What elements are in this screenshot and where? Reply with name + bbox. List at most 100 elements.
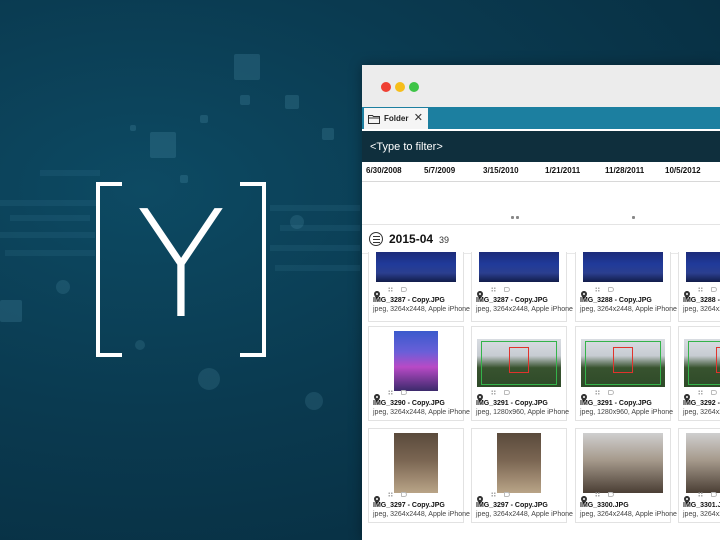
photo-filename: IMG_3291 - Copy.JPG xyxy=(580,400,652,407)
tab-label: Folder xyxy=(384,114,409,123)
deco-bar xyxy=(275,265,360,271)
map-pin-icon xyxy=(477,389,483,402)
photo-icons xyxy=(374,491,407,504)
grid-icon xyxy=(388,492,393,497)
timeline-label: 11/28/2011 xyxy=(605,166,645,175)
photo-card[interactable]: IMG_3297 - Copy.JPG jpeg, 3264x2448, Appl… xyxy=(368,428,470,523)
deco-square xyxy=(240,95,250,105)
timeline-label: 10/5/2012 xyxy=(665,166,701,175)
filter-bar xyxy=(362,131,720,162)
deco-square xyxy=(0,300,22,322)
photo-card[interactable]: IMG_3297 - Copy.JPG jpeg, 3264x2448, Appl… xyxy=(471,428,573,523)
deco-bar xyxy=(5,250,95,256)
photo-icons xyxy=(684,286,717,299)
photo-filename: IMG_3297 - Copy.JPG xyxy=(373,502,445,509)
minimize-window-button[interactable] xyxy=(395,82,405,92)
group-header: 2015-04 39 xyxy=(362,225,720,254)
photo-metadata: jpeg, 3264x2448, Apple iPhone xyxy=(580,306,677,313)
grid-icon xyxy=(491,287,496,292)
close-window-button[interactable] xyxy=(381,82,391,92)
tab-folder[interactable]: Folder ✕ xyxy=(364,108,428,129)
title-bar xyxy=(362,65,720,107)
photo-thumbnail xyxy=(684,339,720,387)
filter-input[interactable] xyxy=(362,131,720,162)
timeline-label: 3/15/2010 xyxy=(483,166,519,175)
deco-dot xyxy=(305,392,323,410)
timeline-label: 1/21/2011 xyxy=(545,166,581,175)
tag-icon xyxy=(504,390,510,395)
tag-icon xyxy=(401,492,407,497)
photo-card[interactable]: IMG_3300.JPG jpeg, 3264x2448, Apple iPhon… xyxy=(575,428,677,523)
photo-filename: IMG_3291 - Copy.JPG xyxy=(476,400,548,407)
map-pin-icon xyxy=(581,286,587,299)
photo-metadata: jpeg, 3264x2448, Apple iPhone xyxy=(373,511,470,518)
photo-icons xyxy=(684,491,717,504)
grid-icon xyxy=(388,287,393,292)
deco-dot xyxy=(56,280,70,294)
tag-icon xyxy=(608,492,614,497)
deco-bar xyxy=(0,200,100,206)
deco-square xyxy=(285,95,299,109)
timeline-marker xyxy=(511,216,514,219)
photo-filename: IMG_3300.JPG xyxy=(580,502,629,509)
photo-card[interactable]: IMG_3291 - Copy.JPG jpeg, 1280x960, Apple… xyxy=(471,326,569,421)
tag-icon xyxy=(504,287,510,292)
photo-metadata: jpeg, 3264x2448, Apple iPhone xyxy=(683,409,720,416)
grid-icon xyxy=(595,492,600,497)
photo-icons xyxy=(374,389,407,402)
deco-bar xyxy=(270,205,360,211)
photo-card[interactable]: IMG_3288 - Copy.JPG jpeg, 3264x2448, Appl… xyxy=(575,252,677,322)
photo-metadata: jpeg, 3264x2448, Apple iPhone xyxy=(683,511,720,518)
photo-thumbnail xyxy=(477,339,561,387)
tag-icon xyxy=(401,287,407,292)
timeline-axis xyxy=(362,181,720,182)
timeline[interactable]: 6/30/2008 5/7/2009 3/15/2010 1/21/2011 1… xyxy=(362,162,720,225)
grid-icon xyxy=(698,287,703,292)
photo-thumbnail xyxy=(394,433,438,493)
timeline-label: 6/30/2008 xyxy=(366,166,402,175)
photo-card[interactable]: IMG_3287 - Copy.JPG jpeg, 3264x2448, Appl… xyxy=(471,252,573,322)
grid-icon xyxy=(595,287,600,292)
map-pin-icon xyxy=(684,389,690,402)
app-window: Folder ✕ 6/30/2008 5/7/2009 3/15/2010 1/… xyxy=(362,65,720,540)
photo-thumbnail xyxy=(479,252,559,282)
maximize-window-button[interactable] xyxy=(409,82,419,92)
deco-bar xyxy=(280,225,360,231)
tag-icon xyxy=(608,390,614,395)
photo-thumbnail xyxy=(376,252,456,282)
photo-filename: IMG_3297 - Copy.JPG xyxy=(476,502,548,509)
photo-metadata: jpeg, 3264x2448, Apple iPhone xyxy=(373,409,470,416)
deco-dot xyxy=(198,368,220,390)
photo-icons xyxy=(581,286,614,299)
photo-card[interactable]: IMG_3290 - Copy.JPG jpeg, 3264x2448, Appl… xyxy=(368,326,470,421)
folder-icon xyxy=(368,114,380,124)
timeline-label: 5/7/2009 xyxy=(424,166,456,175)
photo-card[interactable]: IMG_3292 - Copy.JPG jpeg, 3264x2448, Appl… xyxy=(678,326,720,421)
map-pin-icon xyxy=(374,286,380,299)
photo-icons xyxy=(581,491,614,504)
map-pin-icon xyxy=(477,286,483,299)
deco-square xyxy=(322,128,334,140)
deco-bar xyxy=(40,170,100,176)
tag-icon xyxy=(608,287,614,292)
photo-filename: IMG_3288 - Copy.JPG xyxy=(683,297,720,304)
grid-icon xyxy=(491,492,496,497)
photo-card[interactable]: IMG_3291 - Copy.JPG jpeg, 1280x960, Apple… xyxy=(575,326,673,421)
photo-thumbnail xyxy=(497,433,541,493)
photo-card[interactable]: IMG_3287 - Copy.JPG jpeg, 3264x2448, Appl… xyxy=(368,252,470,322)
photo-thumbnail xyxy=(394,331,438,391)
menu-icon[interactable] xyxy=(369,232,383,246)
photo-filename: IMG_3287 - Copy.JPG xyxy=(373,297,445,304)
photo-card[interactable]: IMG_3288 - Copy.JPG jpeg, 3264x2448, Appl… xyxy=(678,252,720,322)
photo-thumbnail xyxy=(581,339,665,387)
close-icon[interactable]: ✕ xyxy=(414,112,423,124)
tag-icon xyxy=(711,492,717,497)
photo-filename: IMG_3288 - Copy.JPG xyxy=(580,297,652,304)
photo-card[interactable]: IMG_3301.JPG jpeg, 3264x2448, Apple iPhon… xyxy=(678,428,720,523)
photo-thumbnail xyxy=(686,433,720,493)
deco-bar xyxy=(270,245,360,251)
face-box xyxy=(585,341,661,385)
tag-icon xyxy=(401,390,407,395)
timeline-marker xyxy=(632,216,635,219)
photo-metadata: jpeg, 3264x2448, Apple iPhone xyxy=(580,511,677,518)
